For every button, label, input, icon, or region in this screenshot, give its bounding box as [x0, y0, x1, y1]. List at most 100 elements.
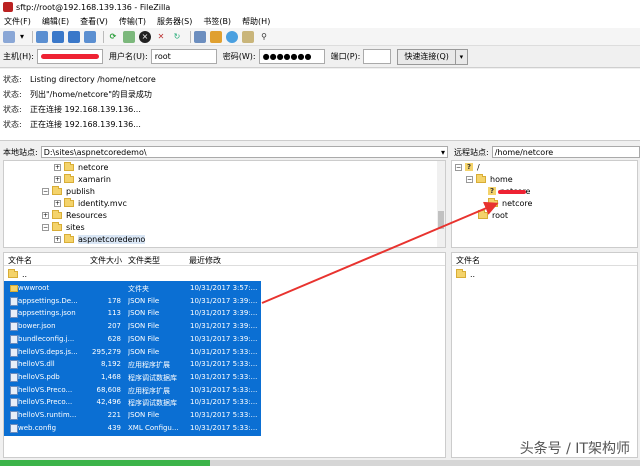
menu-file[interactable]: 文件(F) — [4, 16, 31, 27]
sync-browse-icon[interactable] — [226, 30, 238, 43]
folder-icon — [456, 269, 466, 278]
dropdown-icon[interactable]: ▾ — [19, 31, 25, 43]
file-row[interactable]: helloVS.deps.js... 295,279 JSON File 10/31/… — [4, 347, 261, 359]
local-path-text: D:\sites\aspnetcoredemo\ — [43, 147, 147, 157]
password-input[interactable]: ●●●●●●● — [258, 49, 325, 64]
tree-item-label: Resources — [66, 210, 107, 220]
file-name: helloVS.Preco... — [18, 385, 73, 394]
parent-directory-row[interactable]: .. — [456, 269, 475, 280]
disconnect-icon[interactable]: ✕ — [155, 31, 167, 43]
reconnect-icon[interactable]: ↻ — [171, 31, 183, 43]
file-size: 207 — [107, 322, 121, 331]
tree-item[interactable]: root — [478, 209, 508, 221]
column-filesize[interactable]: 文件大小 — [90, 255, 122, 266]
host-input[interactable] — [36, 49, 103, 64]
local-path-input[interactable]: D:\sites\aspnetcoredemo\ ▾ — [40, 146, 448, 158]
search-icon[interactable] — [242, 30, 254, 43]
tree-item-selected[interactable]: netcore — [488, 197, 532, 209]
quickconnect-dropdown-icon[interactable]: ▾ — [455, 48, 468, 65]
file-row[interactable]: appsettings.De... 178 JSON File 10/31/2017 … — [4, 296, 261, 308]
compare-icon[interactable] — [210, 30, 222, 43]
expand-icon[interactable]: + — [54, 175, 61, 183]
menu-view[interactable]: 查看(V) — [80, 16, 108, 27]
file-modified: 10/31/2017 5:33:... — [190, 360, 258, 369]
binoculars-icon[interactable]: ⚲ — [258, 31, 270, 43]
file-row[interactable]: bower.json 207 JSON File 10/31/2017 3:39:..… — [4, 321, 261, 333]
file-size: 8,192 — [100, 360, 121, 369]
collapse-icon[interactable]: − — [466, 175, 473, 183]
menu-bookmarks[interactable]: 书签(B) — [203, 16, 231, 27]
file-row[interactable]: wwwroot 文件夹 10/31/2017 3:57:... — [4, 283, 261, 295]
site-manager-icon[interactable] — [3, 30, 15, 43]
file-type: JSON File — [128, 334, 160, 343]
toggle-queue-icon[interactable] — [84, 30, 96, 43]
file-icon — [10, 334, 18, 344]
message-log: 状态: Listing directory /home/netcore 状态: … — [0, 69, 640, 141]
menu-server[interactable]: 服务器(S) — [157, 16, 192, 27]
file-row[interactable]: appsettings.json 113 JSON File 10/31/2017 3… — [4, 308, 261, 320]
column-filetype[interactable]: 文件类型 — [128, 255, 160, 266]
file-size: 178 — [107, 296, 121, 305]
tree-item[interactable]: − sites — [42, 221, 85, 233]
tree-item[interactable]: − home — [466, 173, 513, 185]
file-name: helloVS.deps.js... — [18, 347, 78, 356]
scrollbar-thumb[interactable] — [438, 211, 444, 229]
file-row[interactable]: helloVS.Preco... 68,608 应用程序扩展 10/31/2017 5… — [4, 385, 261, 397]
file-row[interactable]: helloVS.runtim... 221 JSON File 10/31/2017 … — [4, 410, 261, 422]
tree-item-label: netcore — [502, 198, 533, 208]
collapse-icon[interactable]: − — [42, 223, 49, 231]
file-row[interactable]: helloVS.dll 8,192 应用程序扩展 10/31/2017 5:33:..… — [4, 359, 261, 371]
file-modified: 10/31/2017 5:33:... — [190, 398, 258, 407]
column-filename[interactable]: 文件名 — [8, 255, 32, 266]
tree-item[interactable]: + identity.mvc — [54, 197, 127, 209]
tree-item[interactable]: − ? / — [455, 161, 480, 173]
expand-icon[interactable]: + — [54, 163, 61, 171]
file-size: 295,279 — [92, 347, 121, 356]
username-input[interactable]: root — [150, 49, 217, 64]
local-tree-scrollbar[interactable] — [437, 161, 445, 247]
expand-icon[interactable]: + — [54, 199, 61, 207]
chevron-down-icon[interactable]: ▾ — [441, 148, 445, 157]
file-row[interactable]: helloVS.pdb 1,468 程序调试数据库 10/31/2017 5:33:.… — [4, 372, 261, 384]
window-title: sftp://root@192.168.139.136 - FileZilla — [16, 2, 171, 12]
progress-fill — [0, 460, 210, 466]
file-row[interactable]: bundleconfig.j... 628 JSON File 10/31/2017 … — [4, 334, 261, 346]
file-name: appsettings.json — [18, 309, 76, 318]
tree-item[interactable]: + xamarin — [54, 173, 111, 185]
remote-path-input[interactable]: /home/netcore — [491, 146, 640, 158]
file-type: 应用程序扩展 — [128, 361, 170, 370]
column-filename[interactable]: 文件名 — [456, 255, 480, 266]
file-modified: 10/31/2017 3:39:... — [190, 334, 258, 343]
expand-icon[interactable]: + — [42, 211, 49, 219]
toggle-log-icon[interactable] — [36, 30, 48, 43]
tree-item[interactable]: ? netcore — [488, 185, 530, 197]
file-icon — [10, 372, 18, 382]
tree-item-selected[interactable]: + aspnetcoredemo — [54, 233, 146, 245]
menu-transfer[interactable]: 传输(T) — [119, 16, 146, 27]
expand-icon[interactable]: + — [54, 235, 61, 243]
process-queue-icon[interactable] — [123, 30, 135, 43]
host-label: 主机(H): — [3, 52, 34, 61]
cancel-icon[interactable]: × — [139, 30, 151, 43]
menu-edit[interactable]: 编辑(E) — [42, 16, 69, 27]
toggle-local-tree-icon[interactable] — [52, 30, 64, 43]
user-label: 用户名(U): — [108, 52, 148, 61]
quickconnect-button[interactable]: 快速连接(Q) — [397, 48, 456, 65]
file-row[interactable]: web.config 439 XML Configu... 10/31/2017 5:… — [4, 423, 261, 435]
file-row[interactable]: helloVS.Preco... 42,496 程序调试数据库 10/31/2017 … — [4, 397, 261, 409]
filter-icon[interactable] — [194, 30, 206, 43]
tree-item[interactable]: + Resources — [42, 209, 107, 221]
refresh-icon[interactable]: ⟳ — [107, 31, 119, 43]
tree-item[interactable]: − publish — [42, 185, 95, 197]
port-input[interactable] — [363, 49, 392, 64]
menu-help[interactable]: 帮助(H) — [242, 16, 270, 27]
tree-item[interactable]: + netcore — [54, 161, 108, 173]
tree-item-label: netcore — [78, 162, 109, 172]
parent-directory-row[interactable]: .. — [8, 269, 27, 280]
file-icon — [10, 347, 18, 357]
collapse-icon[interactable]: − — [455, 163, 462, 171]
collapse-icon[interactable]: − — [42, 187, 49, 195]
column-modified[interactable]: 最近修改 — [189, 255, 221, 266]
toggle-remote-tree-icon[interactable] — [68, 30, 80, 43]
log-text: 正在连接 192.168.139.136... — [30, 105, 141, 114]
